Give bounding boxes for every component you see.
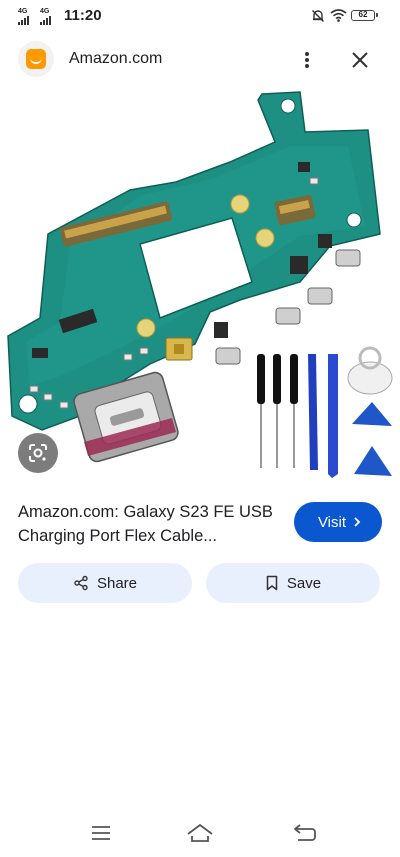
save-button[interactable]: Save (206, 563, 380, 603)
pcb-illustration (7, 91, 393, 478)
signal-sim1-icon: 4G (18, 8, 29, 25)
visit-label: Visit (317, 513, 347, 531)
battery-level: 62 (358, 10, 368, 19)
chevron-right-icon (354, 517, 361, 527)
system-nav-bar (0, 815, 400, 857)
amazon-logo-icon (18, 41, 54, 77)
clock: 11:20 (64, 7, 102, 24)
product-image[interactable] (0, 86, 400, 490)
signal-sim2-icon: 4G (40, 8, 51, 25)
bookmark-icon (266, 575, 278, 591)
network-type-label: 4G (18, 8, 28, 15)
tool-kit (257, 346, 393, 478)
visit-button[interactable]: Visit (294, 502, 382, 542)
close-icon[interactable] (346, 46, 374, 74)
result-title[interactable]: Amazon.com: Galaxy S23 FE USB Charging P… (18, 500, 288, 548)
share-button[interactable]: Share (18, 563, 192, 603)
menu-lines-icon[interactable] (86, 821, 116, 845)
more-vert-icon[interactable] (296, 46, 318, 74)
site-name[interactable]: Amazon.com (69, 50, 162, 68)
silent-bell-icon (312, 10, 324, 22)
site-header: Amazon.com (0, 38, 400, 82)
save-label: Save (286, 574, 322, 592)
wifi-icon (330, 9, 347, 22)
status-bar: 4G 4G 11:20 62 (0, 0, 400, 32)
share-label: Share (96, 574, 138, 592)
battery-icon: 62 (351, 10, 378, 21)
google-lens-icon[interactable] (18, 433, 58, 473)
back-icon[interactable] (290, 821, 320, 845)
network-type-label: 4G (40, 8, 50, 15)
home-icon[interactable] (185, 821, 215, 845)
share-icon (74, 575, 88, 591)
